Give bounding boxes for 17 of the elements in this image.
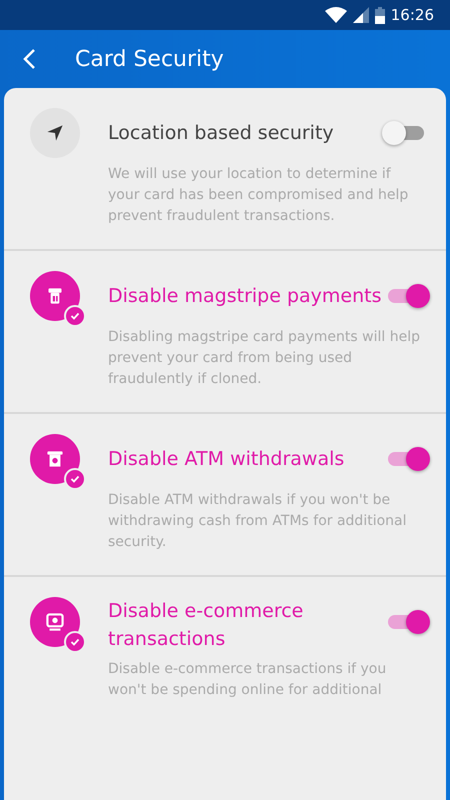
toggle-thumb[interactable] bbox=[406, 447, 430, 471]
wifi-icon bbox=[324, 7, 347, 23]
setting-description: Disable e-commerce transactions if you won't be spending online for additional bbox=[108, 660, 388, 700]
setting-description: Disable ATM withdrawals if you won't be withdrawing cash from ATMs for additional security. bbox=[108, 491, 408, 552]
setting-title: Disable ATM withdrawals bbox=[108, 447, 344, 472]
toggle-thumb[interactable] bbox=[406, 284, 430, 308]
toggle-thumb[interactable] bbox=[406, 610, 430, 634]
toggle-thumb[interactable] bbox=[382, 121, 406, 145]
status-time: 16:26 bbox=[390, 6, 434, 24]
setting-title: Location based security bbox=[108, 121, 334, 146]
battery-icon bbox=[374, 6, 385, 24]
setting-description: We will use your location to determine if your card has been compromised and help prevent fraudulent transactions. bbox=[108, 165, 410, 226]
setting-title: Disable magstripe payments bbox=[108, 284, 382, 309]
signal-icon bbox=[352, 7, 369, 23]
setting-title: Disable e-commerce transactions bbox=[108, 599, 304, 652]
screen-title: Card Security bbox=[75, 46, 224, 72]
setting-description: Disabling magstripe card payments will help prevent your card from being used fraudulently if cloned. bbox=[108, 328, 421, 389]
